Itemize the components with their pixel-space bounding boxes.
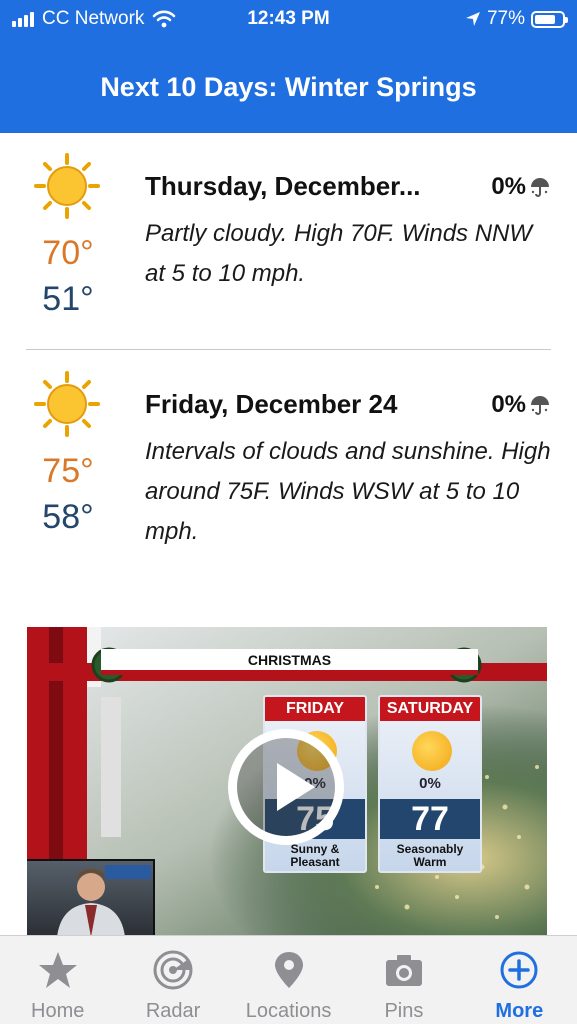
tab-locations[interactable]: Locations [231, 936, 346, 1024]
tab-label: More [495, 1000, 544, 1022]
low-temp: 58° [42, 498, 94, 536]
camera-icon [385, 955, 422, 986]
plus-circle-icon [500, 951, 538, 989]
card-day: SATURDAY [380, 697, 480, 721]
tab-home[interactable]: Home [0, 936, 115, 1024]
tab-bar: Home Radar Locations Pins More [0, 935, 577, 1024]
card-precip: 0% [419, 775, 441, 792]
card-condition: Seasonably Warm [396, 842, 464, 869]
card-temp: 77 [380, 799, 480, 839]
sun-icon [34, 153, 100, 219]
video-player[interactable]: CHRISTMAS FRIDAY 0% 75 Sunny & Pleasant … [27, 627, 547, 935]
sun-icon [412, 731, 452, 771]
video-banner: CHRISTMAS [101, 649, 478, 675]
precip-value: 0% [491, 391, 526, 418]
high-temp: 70° [42, 234, 94, 272]
card-day: FRIDAY [265, 697, 365, 721]
tab-radar[interactable]: Radar [115, 936, 230, 1024]
play-button[interactable] [228, 729, 344, 845]
precip-value: 0% [491, 173, 526, 200]
sun-icon [34, 371, 100, 437]
umbrella-icon [531, 178, 549, 197]
umbrella-icon [531, 396, 549, 415]
presenter-figure [57, 865, 151, 935]
precip-chance: 0% [491, 173, 551, 201]
precip-chance: 0% [491, 391, 551, 419]
forecast-row[interactable]: 70° 51° Thursday, December... 0% Partly … [26, 150, 551, 350]
tab-label: Radar [145, 1000, 201, 1022]
battery-icon [531, 10, 568, 28]
day-name: Thursday, December... [145, 171, 421, 201]
status-bar: CC Network 12:43 PM 77% [0, 0, 577, 38]
tab-more[interactable]: More [462, 936, 577, 1024]
tab-label: Locations [245, 1000, 332, 1022]
card-condition: Sunny & Pleasant [290, 842, 340, 869]
high-temp: 75° [42, 452, 94, 490]
star-icon [38, 952, 77, 988]
forecast-description: Partly cloudy. High 70F. Winds NNW at 5 … [145, 220, 533, 287]
forecast-card: SATURDAY 0% 77 Seasonably Warm [378, 695, 482, 873]
battery-percent: 77% [486, 8, 525, 29]
forecast-row[interactable]: 75° 58° Friday, December 24 0% Intervals… [26, 368, 551, 568]
app-header: CC Network 12:43 PM 77% Next 10 Days: Wi… [0, 0, 577, 133]
page-title: Next 10 Days: Winter Springs [100, 72, 477, 102]
location-arrow-icon [465, 12, 480, 26]
low-temp: 51° [42, 280, 94, 318]
presenter-inset [27, 859, 155, 935]
tab-label: Home [31, 1000, 85, 1022]
location-pin-icon [274, 952, 303, 988]
tab-pins[interactable]: Pins [346, 936, 461, 1024]
tab-label: Pins [384, 1000, 424, 1022]
radar-icon [153, 950, 193, 990]
forecast-description: Intervals of clouds and sunshine. High a… [145, 438, 551, 545]
day-name: Friday, December 24 [145, 389, 398, 419]
